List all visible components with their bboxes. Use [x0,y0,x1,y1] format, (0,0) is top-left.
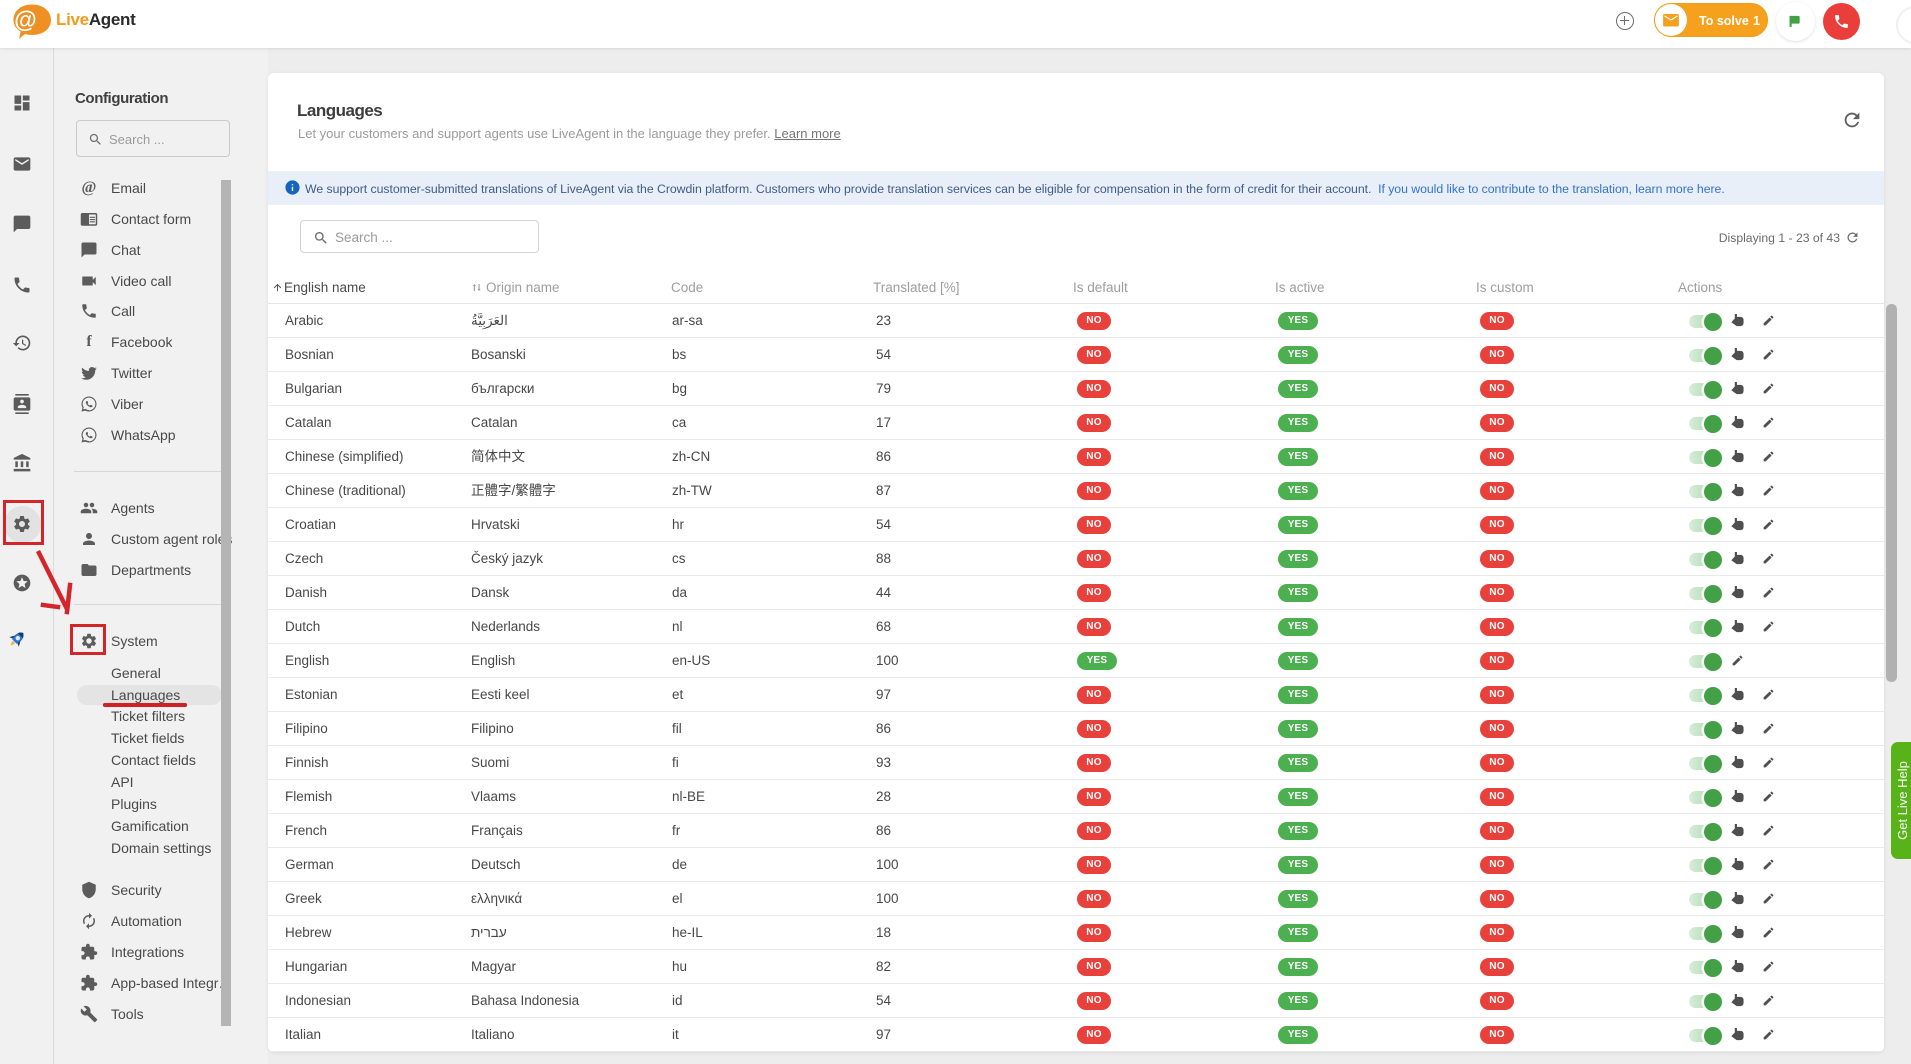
svg-text:@: @ [14,7,36,33]
